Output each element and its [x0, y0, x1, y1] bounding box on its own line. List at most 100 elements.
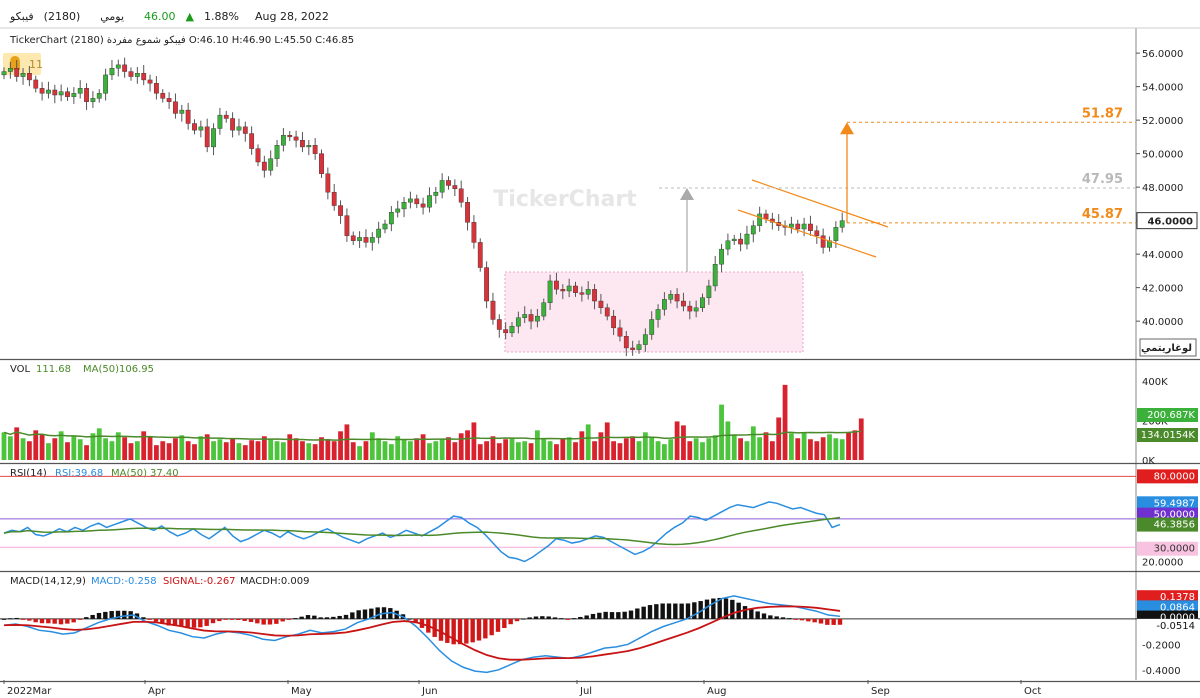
volume-bar: [757, 437, 763, 460]
volume-bar: [744, 441, 750, 460]
macd-histogram-bar: [52, 618, 57, 624]
volume-bar: [522, 441, 528, 460]
macd-tick-label: -0.4000: [1142, 666, 1181, 677]
price-tick-label: 56.0000: [1142, 49, 1183, 60]
price-tick-label: 42.0000: [1142, 284, 1183, 295]
macd-histogram-bar: [84, 617, 89, 619]
price-tick-label: 54.0000: [1142, 83, 1183, 94]
price-tick-label: 52.0000: [1142, 116, 1183, 127]
volume-bar: [439, 439, 445, 460]
candle: [223, 114, 229, 119]
candle: [408, 198, 413, 203]
volume-bar: [465, 430, 470, 460]
macd-histogram-bar: [71, 618, 76, 623]
candle: [331, 191, 337, 206]
rsi-value: RSI:39.68: [55, 468, 103, 479]
volume-bar: [39, 434, 45, 460]
volume-ma-value: 106.95: [119, 364, 154, 375]
candle: [446, 180, 451, 186]
candle: [122, 64, 128, 72]
volume-bar: [281, 442, 286, 460]
volume-bar: [630, 436, 636, 460]
macd-histogram-bar: [65, 618, 70, 624]
macd-histogram-bar: [236, 618, 241, 621]
volume-bar: [687, 441, 693, 460]
volume-bar: [388, 444, 394, 460]
candle: [738, 238, 744, 245]
candle: [509, 325, 515, 334]
candle: [160, 93, 166, 99]
macd-histogram-bar: [299, 616, 304, 619]
measure-arrow-head: [680, 187, 694, 200]
target-arrow-head: [840, 122, 854, 135]
macd-histogram-bar: [267, 618, 273, 625]
volume-bar: [77, 439, 83, 460]
volume-bar: [852, 430, 858, 460]
candle: [281, 135, 286, 146]
volume-bar: [408, 441, 413, 460]
candle: [14, 68, 20, 77]
candle: [242, 126, 248, 134]
macd-histogram-bar: [780, 617, 786, 619]
macd-histogram-bar: [438, 618, 444, 641]
volume-bar: [71, 436, 77, 460]
candle: [427, 195, 432, 208]
candle: [750, 225, 756, 235]
volume-bar: [255, 441, 261, 460]
candle: [33, 79, 39, 89]
candle: [725, 240, 731, 250]
rsi-30-tag: 30.0000: [1154, 544, 1195, 555]
candle: [814, 230, 820, 236]
candle: [547, 280, 553, 303]
candle: [471, 222, 477, 243]
volume-bar: [795, 438, 801, 460]
volume-bar: [573, 442, 578, 460]
candle: [541, 302, 547, 317]
candle: [662, 299, 667, 310]
watermark-text: TickerChart: [493, 187, 637, 212]
macd-histogram-bar: [305, 615, 311, 619]
macd-histogram-bar: [242, 618, 247, 621]
candle: [77, 88, 83, 94]
volume-bar: [725, 421, 731, 460]
x-tick-label: May: [291, 686, 312, 697]
prior-high-label: 47.95: [1082, 172, 1123, 187]
candle: [261, 161, 267, 171]
macd-histogram-bar: [502, 618, 507, 629]
candle: [763, 213, 769, 220]
macd-histogram-bar: [476, 618, 482, 641]
volume-bar: [338, 431, 343, 460]
macd-histogram-bar: [704, 599, 710, 619]
macd-histogram-bar: [749, 608, 754, 619]
candle: [617, 327, 623, 337]
rsi-line: [3, 501, 841, 563]
x-tick-label: 2022Mar: [7, 686, 52, 697]
channel-lower-line: [737, 209, 877, 258]
price-tick-label: 40.0000: [1142, 317, 1183, 328]
macd-histogram-bar: [318, 617, 323, 619]
volume-bar: [134, 441, 140, 460]
macd-histogram-bar: [20, 618, 26, 620]
macd-histogram-bar: [103, 611, 108, 619]
candle: [789, 223, 794, 228]
volume-bar: [192, 444, 197, 460]
macd-value: MACD:-0.258: [91, 576, 157, 587]
volume-bar: [369, 432, 375, 460]
candle: [649, 319, 655, 335]
candle: [236, 126, 242, 131]
macd-histogram-bar: [229, 618, 235, 620]
candle: [20, 73, 26, 77]
candle: [325, 173, 331, 193]
volume-bar: [712, 435, 718, 460]
volume-bar: [401, 439, 407, 460]
chart-canvas[interactable]: TickerChart 11 56.0000 54.0000 52.0000 50.000…: [0, 0, 1200, 698]
candle: [604, 307, 610, 317]
volume-bar: [293, 438, 299, 460]
x-tick-label: Apr: [148, 686, 166, 697]
volume-bar: [363, 441, 369, 460]
macd-histogram-bar: [622, 611, 627, 619]
x-tick-label: Jul: [579, 686, 592, 697]
candle: [153, 83, 159, 94]
candle: [363, 237, 369, 243]
macd-histogram-bar: [191, 618, 197, 628]
